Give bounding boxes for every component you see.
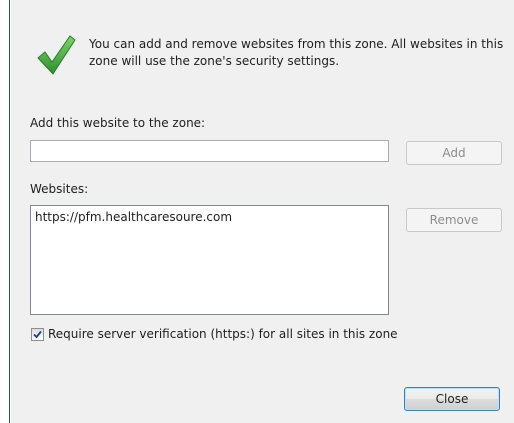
add-website-label: Add this website to the zone: bbox=[30, 116, 206, 130]
websites-label: Websites: bbox=[30, 182, 89, 196]
zone-info-text: You can add and remove websites from thi… bbox=[89, 37, 504, 68]
checkmark-icon bbox=[37, 35, 76, 75]
list-item[interactable]: https://pfm.healthcaresoure.com bbox=[35, 209, 384, 225]
window-frame-left bbox=[0, 0, 10, 423]
checkmark-small-icon bbox=[33, 330, 42, 338]
websites-list[interactable]: https://pfm.healthcaresoure.com bbox=[30, 205, 389, 315]
website-url-input[interactable] bbox=[30, 140, 389, 162]
require-verification-checkbox[interactable] bbox=[31, 327, 44, 341]
require-verification-label: Require server verification (https:) for… bbox=[48, 327, 398, 341]
remove-button[interactable]: Remove bbox=[406, 208, 502, 232]
require-verification-row[interactable]: Require server verification (https:) for… bbox=[31, 327, 398, 341]
add-button[interactable]: Add bbox=[406, 141, 502, 165]
close-button[interactable]: Close bbox=[404, 387, 500, 411]
